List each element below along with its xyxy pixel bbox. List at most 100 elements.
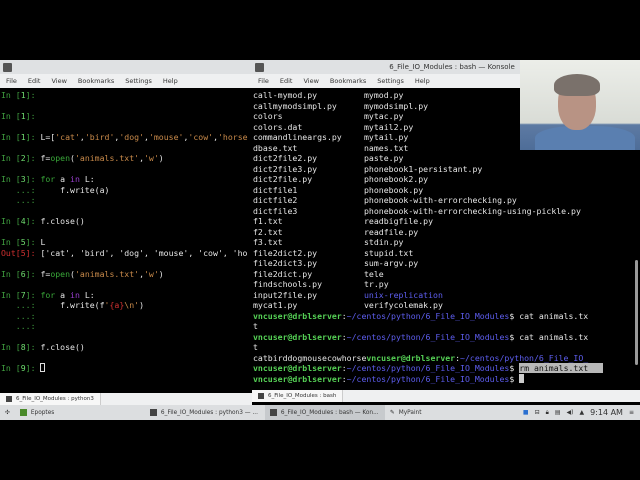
- terminal-text: Out[5]:: [1, 247, 41, 258]
- terminal-icon: [258, 393, 264, 399]
- tab-python3[interactable]: 6_File_IO_Modules : python3: [0, 393, 101, 405]
- network-icon[interactable]: ■: [523, 409, 529, 416]
- file-name: mymodsimpl.py: [364, 100, 429, 111]
- file-name: colors: [253, 111, 283, 121]
- terminal-text: f.close(): [40, 216, 85, 226]
- terminal-text: L:: [79, 289, 95, 300]
- file-name: phonebook1-persistant.py: [364, 163, 483, 174]
- file-name: mytail2.py: [364, 121, 414, 132]
- terminal-icon: [269, 409, 277, 416]
- clipboard-icon[interactable]: ▤: [555, 409, 561, 416]
- task-label: 6_File_IO_Modules : bash — Kon...: [280, 409, 379, 416]
- terminal-text: ]:: [25, 342, 41, 352]
- file-name: dbase.txt: [253, 142, 298, 153]
- terminal-text: \n': [124, 300, 140, 310]
- terminal-text: ]:: [25, 216, 41, 226]
- task-python3[interactable]: 6_File_IO_Modules : python3 — ...: [145, 405, 265, 420]
- terminal-line: ...:: [1, 311, 251, 322]
- terminal-text: in: [70, 289, 80, 300]
- task-bash[interactable]: 6_File_IO_Modules : bash — Kon...: [264, 405, 385, 420]
- file-name: sum-argv.py: [364, 258, 419, 268]
- menu-help[interactable]: Help: [415, 77, 430, 85]
- terminal-text: ['cat', 'bird', 'dog', 'mouse', 'cow', '…: [40, 247, 248, 258]
- task-epoptes[interactable]: Epoptes: [15, 405, 145, 420]
- clock[interactable]: 9:14 AM: [590, 408, 623, 417]
- text-cursor: [40, 363, 46, 372]
- terminal-line: ...: f.write(f'{a}\n'): [1, 300, 251, 311]
- text-cursor: [519, 373, 525, 383]
- ls-row: f3.txt stdin.py: [253, 237, 629, 248]
- tray-expand-icon[interactable]: ▲: [579, 409, 584, 416]
- app-launcher-button[interactable]: ✣: [0, 405, 15, 420]
- menu-edit[interactable]: Edit: [28, 77, 41, 85]
- terminal-text: In [: [1, 342, 21, 352]
- menu-file[interactable]: File: [6, 77, 17, 85]
- terminal-line: t: [253, 321, 629, 332]
- left-title-bar[interactable]: [0, 60, 252, 74]
- terminal-line: ...:: [1, 195, 251, 206]
- ls-row: dictfile3 phonebook-with-errorchecking-us…: [253, 206, 629, 217]
- terminal-text: In [: [1, 216, 21, 226]
- konsole-icon: [3, 62, 12, 72]
- terminal-text: L: [40, 237, 46, 247]
- terminal-line: In [2]: f=open('animals.txt','w'): [1, 153, 251, 164]
- file-name: mymod.py: [364, 90, 404, 100]
- file-name: phonebook-with-errorchecking-using-pickl…: [364, 205, 581, 216]
- terminal-text: 'animals.txt': [74, 153, 140, 163]
- terminal-text: In [: [1, 174, 21, 184]
- ls-row: input2file.py unix-replication: [253, 290, 629, 301]
- file-name: stdin.py: [364, 237, 404, 247]
- task-mypaint[interactable]: ✎ MyPaint: [385, 405, 427, 420]
- file-name: verifycolemak.py: [364, 300, 443, 310]
- file-name: phonebook.py: [364, 184, 424, 195]
- terminal-text: 'animals.txt': [74, 268, 140, 279]
- volume-icon[interactable]: ◀): [566, 409, 573, 416]
- tab-bash[interactable]: 6_File_IO_Modules : bash: [252, 390, 344, 402]
- terminal-line: In [1]: L=['cat','bird','dog','mouse','c…: [1, 132, 251, 143]
- terminal-line: In [1]:: [1, 90, 251, 101]
- menu-view[interactable]: View: [51, 77, 66, 85]
- ipython-terminal[interactable]: In [1]: In [1]: In [1]: L=['cat','bird',…: [0, 88, 252, 391]
- ls-row: mycat1.py verifycolemak.py: [253, 300, 629, 311]
- menu-file[interactable]: File: [258, 77, 269, 85]
- menu-edit[interactable]: Edit: [280, 77, 293, 85]
- left-tab-bar: 6_File_IO_Modules : python3: [0, 393, 252, 405]
- menu-icon[interactable]: ≡: [629, 409, 634, 416]
- terminal-line: In [5]: L: [1, 237, 251, 248]
- file-name: mytac.py: [364, 111, 404, 121]
- terminal-text: ...:: [1, 300, 41, 310]
- file-name: readbigfile.py: [364, 216, 434, 226]
- terminal-text: 'bird': [84, 132, 115, 142]
- file-name: paste.py: [364, 153, 404, 163]
- file-name: readfile.py: [364, 226, 419, 237]
- terminal-text: 'cat': [55, 132, 80, 142]
- menu-bookmarks[interactable]: Bookmarks: [330, 77, 366, 85]
- terminal-text: ]:: [25, 268, 41, 279]
- terminal-text: ]:: [25, 237, 41, 247]
- terminal-text: ): [158, 153, 164, 163]
- menu-settings[interactable]: Settings: [125, 77, 152, 85]
- terminal-text: 'horse: [218, 132, 248, 142]
- terminal-text: 'cow': [188, 132, 214, 142]
- menu-bookmarks[interactable]: Bookmarks: [78, 77, 114, 85]
- terminal-line: catbirddogmousecowhorsevncuser@drblserve…: [253, 353, 629, 364]
- usb-icon[interactable]: ⊟: [535, 409, 540, 416]
- lock-icon[interactable]: 🔒︎: [546, 409, 549, 417]
- terminal-text: L:: [79, 174, 95, 184]
- terminal-scrollbar[interactable]: [635, 260, 638, 365]
- menu-view[interactable]: View: [303, 77, 318, 85]
- ipython-konsole-window: File Edit View Bookmarks Settings Help In [1]…: [0, 60, 252, 405]
- terminal-text: ...:: [1, 321, 41, 331]
- terminal-icon: [6, 396, 12, 402]
- menu-settings[interactable]: Settings: [377, 77, 404, 85]
- menu-help[interactable]: Help: [163, 77, 178, 85]
- terminal-text: ~/centos/python/6_File_IO_Modules: [346, 331, 510, 342]
- terminal-text: a: [55, 174, 71, 184]
- terminal-line: vncuser@drblserver:~/centos/python/6_Fil…: [253, 373, 629, 385]
- directory-name: unix-replication: [364, 289, 443, 300]
- ls-row: dict2file2.py paste.py: [253, 153, 629, 164]
